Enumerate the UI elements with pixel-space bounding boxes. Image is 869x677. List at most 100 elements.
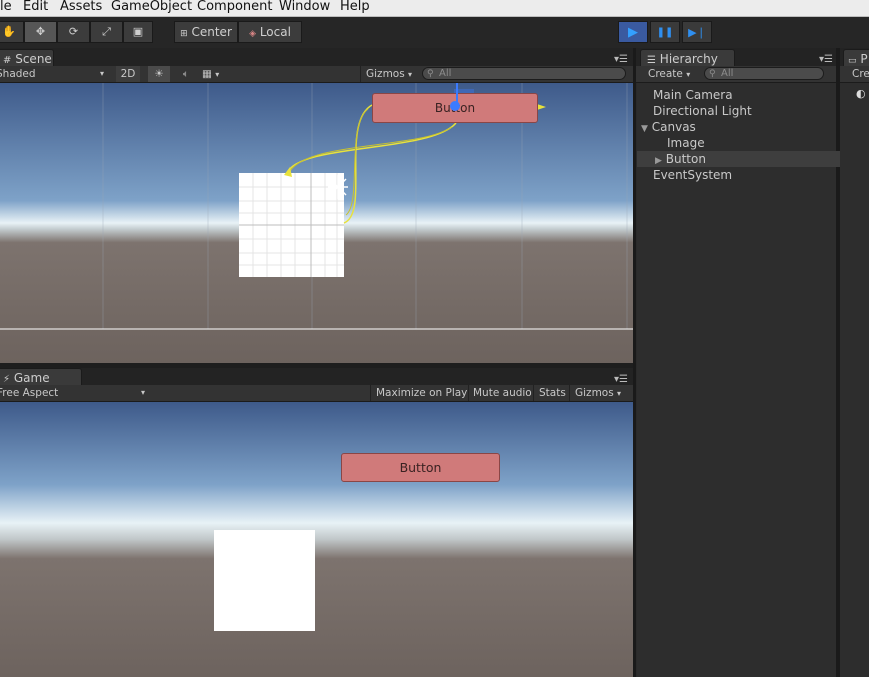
move-tool-button[interactable]: ✥ bbox=[24, 21, 57, 43]
splitter-left[interactable] bbox=[633, 48, 636, 677]
stats-label: Stats bbox=[539, 387, 566, 399]
maximize-on-play-toggle[interactable]: Maximize on Play bbox=[370, 385, 472, 401]
shading-dropdown[interactable]: Shaded ▾ bbox=[0, 66, 106, 82]
project-create-dropdown[interactable]: Cre bbox=[852, 66, 869, 82]
menu-file[interactable]: le bbox=[0, 0, 12, 16]
hierarchy-item[interactable]: Directional Light bbox=[637, 103, 851, 119]
lighting-toggle[interactable]: ☀ bbox=[148, 66, 170, 82]
hierarchy-search-input[interactable]: ⚲ All bbox=[704, 67, 824, 80]
menu-assets[interactable]: Assets bbox=[60, 0, 102, 16]
menu-edit[interactable]: Edit bbox=[23, 0, 48, 16]
expand-arrow-icon[interactable]: ▼ bbox=[641, 124, 648, 134]
hierarchy-item-label: Main Camera bbox=[653, 88, 733, 102]
pivot-icon: ⊞ bbox=[180, 29, 188, 39]
audio-toggle[interactable]: 🔈︎ bbox=[176, 66, 196, 82]
scene-search-input[interactable]: ⚲ All bbox=[422, 67, 626, 80]
tab-project[interactable]: ▭ P bbox=[843, 49, 869, 67]
move-gizmo-y-axis[interactable] bbox=[456, 83, 458, 105]
space-label: Local bbox=[259, 25, 291, 39]
hierarchy-controlbar: Create ▾ ⚲ All bbox=[636, 66, 836, 83]
game-gizmos-dropdown[interactable]: Gizmos ▾ bbox=[569, 385, 635, 401]
scale-tool-button[interactable]: ⤢ bbox=[90, 21, 123, 43]
stats-toggle[interactable]: Stats bbox=[533, 385, 573, 401]
speaker-icon: 🔈︎ bbox=[182, 68, 190, 80]
hierarchy-item-label: Button bbox=[665, 152, 706, 166]
scene-panel-menu-icon[interactable]: ▾☰ bbox=[614, 54, 628, 65]
toggle-2d[interactable]: 2D bbox=[116, 66, 140, 82]
game-tab-icon: ⚡ bbox=[3, 374, 11, 385]
mute-audio-toggle[interactable]: Mute audio bbox=[468, 385, 535, 401]
hierarchy-item[interactable]: Main Camera bbox=[637, 87, 851, 103]
hierarchy-create-dropdown[interactable]: Create ▾ bbox=[648, 66, 698, 82]
scene-gizmos-dropdown[interactable]: Gizmos ▾ bbox=[360, 66, 422, 82]
maximize-label: Maximize on Play bbox=[376, 387, 468, 399]
pause-icon: ❚❚ bbox=[656, 27, 674, 38]
tab-game[interactable]: ⚡ Game bbox=[0, 368, 82, 386]
hierarchy-tree: Main Camera Directional Light ▼ Canvas I… bbox=[637, 83, 853, 677]
menu-help[interactable]: Help bbox=[340, 0, 370, 16]
search-icon: ⚲ bbox=[427, 69, 434, 79]
menu-gameobject[interactable]: GameObject bbox=[111, 0, 192, 16]
hierarchy-item[interactable]: ▶ Button bbox=[637, 151, 853, 167]
chevron-down-icon: ▾ bbox=[686, 70, 691, 79]
scene-tabbar bbox=[0, 48, 633, 66]
scene-canvas bbox=[0, 83, 633, 363]
game-tab-label: Game bbox=[13, 371, 50, 385]
tab-scene[interactable]: # Scene bbox=[0, 49, 54, 67]
chevron-down-icon: ▾ bbox=[617, 389, 622, 398]
scene-search-placeholder: All bbox=[439, 68, 452, 79]
image-icon: ▦ bbox=[202, 68, 212, 80]
toggle-2d-label: 2D bbox=[120, 68, 136, 80]
tab-hierarchy[interactable]: ☰ Hierarchy bbox=[640, 49, 735, 67]
scale-icon: ⤢ bbox=[102, 25, 111, 38]
effects-dropdown[interactable]: ▦ ▾ bbox=[202, 66, 236, 82]
space-toggle[interactable]: ◈ Local bbox=[238, 21, 302, 43]
pivot-toggle[interactable]: ⊞ Center bbox=[174, 21, 238, 43]
aspect-dropdown[interactable]: Free Aspect ▾ bbox=[0, 385, 149, 401]
game-canvas bbox=[0, 402, 633, 677]
game-ui-button[interactable]: Button bbox=[341, 453, 500, 482]
game-panel-menu-icon[interactable]: ▾☰ bbox=[614, 374, 628, 385]
project-area: ◐ bbox=[840, 83, 869, 677]
unity-logo-icon: ◐ bbox=[856, 87, 866, 100]
pivot-handle[interactable] bbox=[450, 101, 460, 111]
game-controlbar: Free Aspect ▾ Maximize on Play Mute audi… bbox=[0, 385, 633, 402]
project-create-label: Cre bbox=[852, 68, 869, 80]
hierarchy-item[interactable]: EventSystem bbox=[637, 167, 851, 183]
project-controlbar: Cre bbox=[840, 66, 869, 83]
hierarchy-search-placeholder: All bbox=[721, 68, 734, 79]
rect-icon: ▣ bbox=[132, 25, 144, 38]
scene-view[interactable]: Button bbox=[0, 83, 633, 363]
step-button[interactable]: ▶❘ bbox=[682, 21, 712, 43]
chevron-down-icon: ▾ bbox=[100, 69, 105, 78]
game-gizmos-label: Gizmos bbox=[575, 387, 614, 399]
hierarchy-item[interactable]: ▼ Canvas bbox=[637, 119, 839, 135]
menu-component[interactable]: Component bbox=[197, 0, 272, 16]
pause-button[interactable]: ❚❚ bbox=[650, 21, 680, 43]
hand-icon: ✋ bbox=[2, 25, 16, 38]
pivot-label: Center bbox=[191, 25, 232, 39]
shading-label: Shaded bbox=[0, 68, 36, 80]
folder-icon: ▭ bbox=[848, 56, 857, 66]
chevron-down-icon: ▾ bbox=[408, 70, 413, 79]
hierarchy-tab-label: Hierarchy bbox=[659, 52, 718, 66]
menu-window[interactable]: Window bbox=[279, 0, 330, 16]
game-image bbox=[214, 530, 315, 631]
hierarchy-panel-menu-icon[interactable]: ▾☰ bbox=[819, 54, 833, 65]
rect-tool-button[interactable]: ▣ bbox=[123, 21, 153, 43]
menu-bar: le Edit Assets GameObject Component Wind… bbox=[0, 0, 869, 17]
hierarchy-item[interactable]: Image bbox=[637, 135, 865, 151]
rotate-icon: ⟳ bbox=[68, 25, 79, 38]
scene-gizmos-label: Gizmos bbox=[366, 68, 405, 80]
local-icon: ◈ bbox=[249, 29, 256, 39]
play-button[interactable]: ▶ bbox=[618, 21, 648, 43]
search-icon: ⚲ bbox=[709, 69, 716, 79]
collapse-arrow-icon[interactable]: ▶ bbox=[655, 156, 662, 166]
project-tab-label: P bbox=[860, 52, 868, 66]
rotate-tool-button[interactable]: ⟳ bbox=[57, 21, 90, 43]
scene-tab-icon: # bbox=[3, 55, 12, 66]
aspect-label: Free Aspect bbox=[0, 387, 59, 399]
hierarchy-item-label: Canvas bbox=[651, 120, 696, 134]
hand-tool-button[interactable]: ✋ bbox=[0, 21, 24, 43]
game-view[interactable]: Button bbox=[0, 402, 633, 677]
